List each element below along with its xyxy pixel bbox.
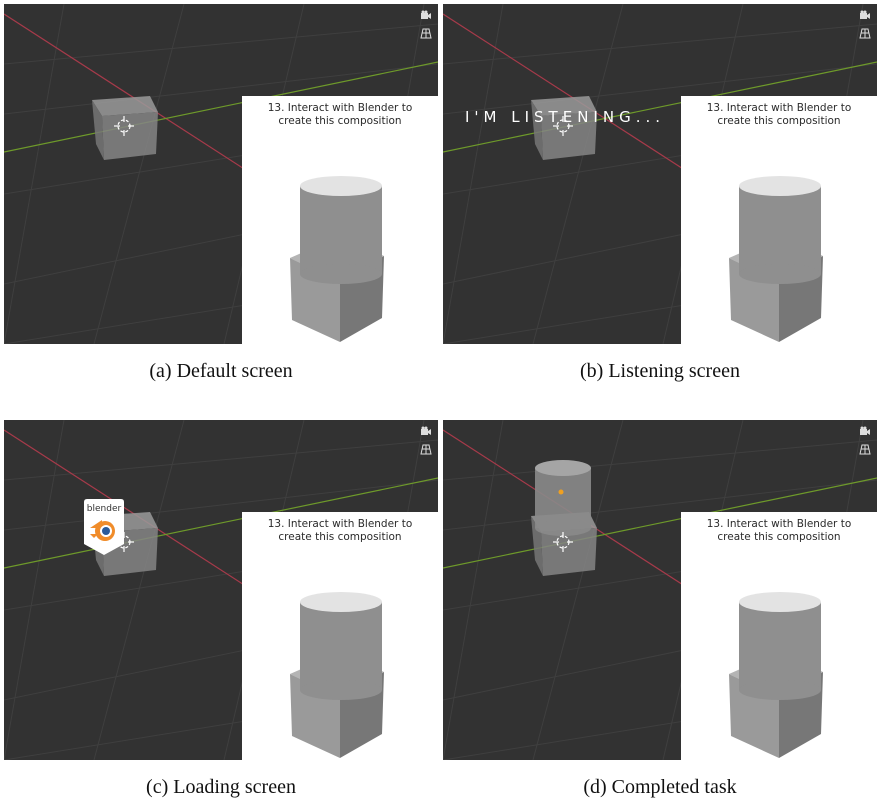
grid-icon[interactable] xyxy=(859,444,871,455)
viewport-panel-a[interactable]: 13. Interact with Blender to create this… xyxy=(4,4,438,344)
grid-icon[interactable] xyxy=(420,444,432,455)
camera-icon[interactable] xyxy=(859,10,871,21)
grid-icon[interactable] xyxy=(859,28,871,39)
blender-logo-icon: blender xyxy=(82,498,126,556)
target-composition-image xyxy=(729,592,823,758)
default-cube[interactable] xyxy=(92,96,158,160)
caption-d: (d) Completed task xyxy=(583,776,737,798)
logo-text: blender xyxy=(87,504,122,514)
camera-icon[interactable] xyxy=(420,10,432,21)
task-card: 13. Interact with Blender to create this… xyxy=(242,512,438,760)
target-composition-image xyxy=(290,592,384,758)
default-cube[interactable] xyxy=(531,96,597,160)
grid-icon[interactable] xyxy=(420,28,432,39)
camera-icon[interactable] xyxy=(859,426,871,437)
added-cylinder[interactable] xyxy=(535,460,591,536)
caption-a: (a) Default screen xyxy=(149,360,293,382)
target-composition-image xyxy=(290,176,384,342)
caption-b: (b) Listening screen xyxy=(580,360,740,382)
viewport-panel-b[interactable]: I'M LISTENING... 13. Interact with Blend… xyxy=(443,4,877,344)
caption-c: (c) Loading screen xyxy=(146,776,296,798)
task-card: 13. Interact with Blender to create this… xyxy=(681,96,877,344)
listening-overlay-text: I'M LISTENING... xyxy=(465,108,665,126)
target-composition-image xyxy=(729,176,823,342)
camera-icon[interactable] xyxy=(420,426,432,437)
viewport-panel-d[interactable]: 13. Interact with Blender to create this… xyxy=(443,420,877,760)
viewport-panel-c[interactable]: blender 13. Interact with Blender to cre… xyxy=(4,420,438,760)
task-card: 13. Interact with Blender to create this… xyxy=(681,512,877,760)
task-card: 13. Interact with Blender to create this… xyxy=(242,96,438,344)
origin-point xyxy=(558,489,564,495)
